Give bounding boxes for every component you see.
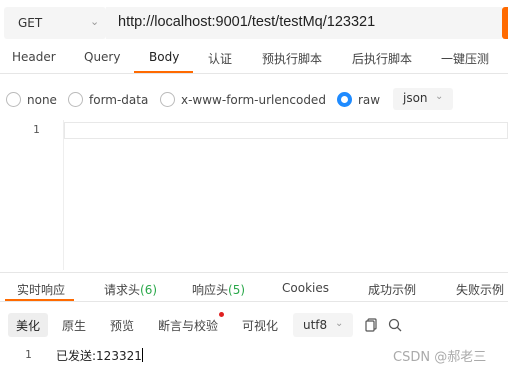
copy-icon[interactable] <box>363 317 379 333</box>
tab-header[interactable]: Header <box>12 50 56 64</box>
url-input[interactable]: http://localhost:9001/test/testMq/123321 <box>106 7 502 39</box>
method-select[interactable]: GET ⌄ <box>4 7 106 39</box>
radio-circle <box>160 92 175 107</box>
response-content: 已发送:123321 <box>56 349 142 363</box>
tab-request-headers[interactable]: 请求头(6) <box>104 281 157 298</box>
text-cursor <box>141 348 143 362</box>
tab-post-script[interactable]: 后执行脚本 <box>352 50 412 67</box>
chevron-down-icon: ⌄ <box>435 91 444 102</box>
radio-urlencoded[interactable]: x-www-form-urlencoded <box>160 92 326 107</box>
url-bar: GET ⌄ http://localhost:9001/test/testMq/… <box>0 0 508 45</box>
raw-format-label: json <box>403 91 428 105</box>
view-preview-button[interactable]: 预览 <box>102 313 142 337</box>
method-label: GET <box>18 16 43 30</box>
tab-response-headers[interactable]: 响应头(5) <box>192 281 245 298</box>
response-tabs: 实时响应 请求头(6) 响应头(5) Cookies 成功示例 失败示例 <box>0 272 508 302</box>
radio-circle-checked <box>337 92 352 107</box>
request-tabs: Header Query Body 认证 预执行脚本 后执行脚本 一键压测 <box>0 45 508 74</box>
watermark: CSDN @郝老三 <box>393 350 487 365</box>
radio-label: raw <box>358 92 381 107</box>
tab-label: 请求头 <box>104 283 141 297</box>
count-badge: (6) <box>140 283 158 297</box>
radio-label: x-www-form-urlencoded <box>181 92 326 107</box>
body-editor[interactable]: 1 <box>0 120 508 270</box>
active-tab-indicator <box>134 71 193 73</box>
encoding-label: utf8 <box>303 318 328 332</box>
tab-cookies[interactable]: Cookies <box>282 281 329 295</box>
gutter-divider <box>63 120 64 270</box>
active-tab-indicator <box>5 299 74 301</box>
tab-success-example[interactable]: 成功示例 <box>368 281 416 298</box>
tab-query[interactable]: Query <box>84 50 120 64</box>
url-text: http://localhost:9001/test/testMq/123321 <box>118 14 376 30</box>
active-line-highlight <box>64 122 508 139</box>
search-icon[interactable] <box>387 317 403 333</box>
encoding-select[interactable]: utf8 ⌄ <box>293 313 353 337</box>
line-number: 1 <box>33 123 40 136</box>
chevron-down-icon: ⌄ <box>90 15 100 28</box>
send-button[interactable] <box>502 7 508 39</box>
raw-format-select[interactable]: json ⌄ <box>393 88 453 110</box>
view-assert-button[interactable]: 断言与校验 <box>150 313 226 337</box>
response-text: 已发送:123321 <box>56 347 143 364</box>
notification-dot <box>219 312 224 317</box>
view-visualize-button[interactable]: 可视化 <box>234 313 286 337</box>
tab-fail-example[interactable]: 失败示例 <box>456 281 504 298</box>
tab-body[interactable]: Body <box>149 50 179 64</box>
tab-pre-script[interactable]: 预执行脚本 <box>262 50 322 67</box>
radio-raw[interactable]: raw <box>337 92 380 107</box>
radio-none[interactable]: none <box>6 92 57 107</box>
radio-circle <box>68 92 83 107</box>
radio-form-data[interactable]: form-data <box>68 92 148 107</box>
response-body[interactable]: 1 已发送:123321 CSDN @郝老三 <box>0 345 508 371</box>
tab-load-test[interactable]: 一键压测 <box>441 50 489 67</box>
response-toolbar: 美化 原生 预览 断言与校验 可视化 utf8 ⌄ <box>0 308 508 342</box>
tab-realtime-response[interactable]: 实时响应 <box>17 281 65 298</box>
line-number: 1 <box>25 348 32 361</box>
tab-label: 响应头 <box>192 283 229 297</box>
chevron-down-icon: ⌄ <box>335 318 344 329</box>
count-badge: (5) <box>228 283 246 297</box>
radio-circle <box>6 92 21 107</box>
view-raw-button[interactable]: 原生 <box>54 313 94 337</box>
view-beautify-button[interactable]: 美化 <box>8 313 49 337</box>
radio-label: form-data <box>89 92 149 107</box>
tab-auth[interactable]: 认证 <box>208 50 232 67</box>
radio-label: none <box>27 92 57 107</box>
